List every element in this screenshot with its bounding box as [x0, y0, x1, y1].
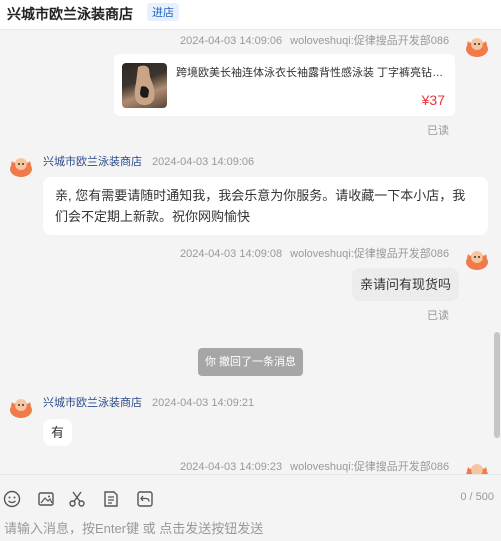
history-icon[interactable] [135, 489, 155, 509]
product-price: ¥37 [421, 92, 445, 108]
cow-avatar-icon [466, 251, 488, 270]
char-counter: 0 / 500 [460, 491, 494, 503]
message-meta: 2024-04-03 14:09:08 woloveshuqi:促律搜品开发部08… [180, 245, 449, 261]
shop-name: 兴城市欧兰泳装商店 [43, 397, 142, 409]
read-status: 已读 [427, 125, 449, 137]
message-meta: 兴城市欧兰泳装商店 2024-04-03 14:09:21 [43, 394, 254, 410]
message-bubble: 亲, 您有需要请随时通知我，我会乐意为你服务。请收藏一下本小店，我们会不定期上新… [43, 177, 488, 235]
chat-scrollbar[interactable] [494, 332, 500, 438]
message-bubble: 亲请问有现货吗 [352, 268, 460, 301]
agent-name: woloveshuqi:促律搜品开发部086 [290, 461, 450, 473]
product-card[interactable]: 跨境欧美长袖连体泳衣长袖露背性感泳装 丁字裤亮钻比基尼泳衣 ¥37 [114, 54, 455, 116]
shop-name: 兴城市欧兰泳装商店 [43, 156, 142, 168]
cow-avatar-icon [466, 464, 488, 474]
product-image [122, 63, 167, 108]
emoji-icon[interactable] [2, 489, 22, 509]
chat-area[interactable]: 2024-04-03 14:09:06 woloveshuqi:促律搜品开发部08… [0, 30, 501, 474]
cow-avatar-icon [10, 399, 32, 418]
cow-avatar-icon [466, 38, 488, 57]
agent-name: woloveshuqi:促律搜品开发部086 [290, 248, 450, 260]
input-toolbar: 0 / 500 请输入消息，按Enter键 或 点击发送按钮发送 [0, 474, 501, 541]
read-status: 已读 [427, 310, 449, 322]
recall-notice: 你 撤回了一条消息 [198, 348, 304, 376]
message-meta: 2024-04-03 14:09:06 woloveshuqi:促律搜品开发部08… [180, 32, 449, 48]
message-time: 2024-04-03 14:09:06 [180, 35, 283, 47]
quick-reply-icon[interactable] [101, 489, 121, 509]
message-input[interactable]: 请输入消息，按Enter键 或 点击发送按钮发送 [4, 518, 263, 537]
message-meta: 兴城市欧兰泳装商店 2024-04-03 14:09:06 [43, 153, 254, 169]
product-title[interactable]: 跨境欧美长袖连体泳衣长袖露背性感泳装 丁字裤亮钻比基尼泳衣 [176, 64, 446, 80]
message-time: 2024-04-03 14:09:08 [180, 248, 283, 260]
chat-header: 兴城市欧兰泳装商店 进店 [0, 0, 501, 30]
message-time: 2024-04-03 14:09:06 [152, 156, 255, 168]
message-meta: 2024-04-03 14:09:23 woloveshuqi:促律搜品开发部08… [180, 458, 449, 474]
cow-avatar-icon [10, 158, 32, 177]
agent-name: woloveshuqi:促律搜品开发部086 [290, 35, 450, 47]
message-bubble: 有 [43, 419, 73, 446]
message-time: 2024-04-03 14:09:21 [152, 397, 255, 409]
image-icon[interactable] [36, 489, 56, 509]
message-time: 2024-04-03 14:09:23 [180, 461, 283, 473]
enter-shop-button[interactable]: 进店 [147, 3, 179, 21]
shop-title: 兴城市欧兰泳装商店 [7, 6, 133, 22]
scissors-icon[interactable] [67, 489, 87, 509]
